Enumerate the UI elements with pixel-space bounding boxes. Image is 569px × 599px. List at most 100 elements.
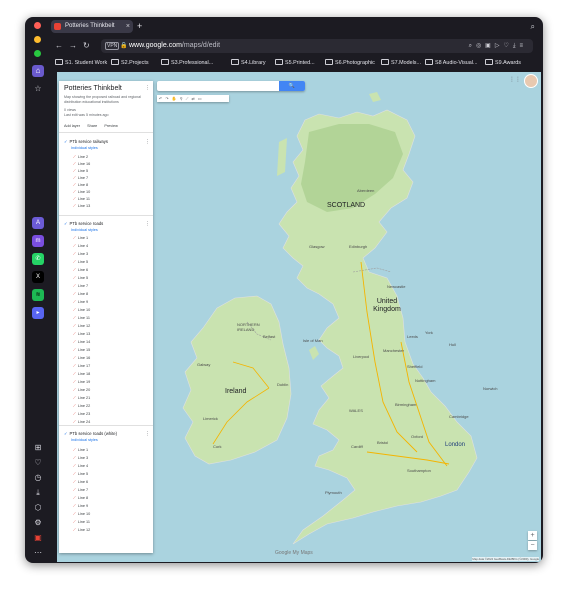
list-item[interactable]: Line 13 bbox=[73, 331, 90, 336]
lock-icon[interactable]: 🔒 bbox=[120, 42, 127, 49]
extension-icon[interactable]: ▸ bbox=[32, 307, 44, 319]
bookmark-folder[interactable]: S6.Photographic bbox=[325, 57, 375, 69]
bookmark-folder[interactable]: S8 Audio-Visual... bbox=[425, 57, 477, 69]
bookmark-folder[interactable]: S9.Awards bbox=[485, 57, 521, 69]
close-tab-icon[interactable]: × bbox=[126, 20, 130, 33]
list-item[interactable]: Line 4 bbox=[73, 243, 88, 248]
list-item[interactable]: Line 14 bbox=[73, 339, 90, 344]
list-item[interactable]: Line 12 bbox=[73, 323, 90, 328]
list-item[interactable]: Line 5 bbox=[73, 471, 88, 476]
list-item[interactable]: Line 5 bbox=[73, 168, 88, 173]
list-item[interactable]: Line 16 bbox=[73, 161, 90, 166]
map-toolbar[interactable]: ↶↷✋⚲⟋⇄▭ bbox=[157, 95, 229, 102]
list-item[interactable]: Line 18 bbox=[73, 371, 90, 376]
tab-search-icon[interactable]: ⌕ bbox=[531, 22, 535, 32]
layer-title[interactable]: PTb service roads (white) bbox=[64, 431, 117, 436]
list-item[interactable]: Line 9 bbox=[73, 299, 88, 304]
map-options-kebab-icon[interactable]: ⋮ bbox=[145, 85, 150, 91]
layer-style-link[interactable]: Individual styles bbox=[71, 438, 98, 442]
hand-icon[interactable]: ✋ bbox=[172, 96, 180, 101]
ruler-icon[interactable]: ▭ bbox=[198, 96, 205, 101]
star-icon[interactable]: ☆ bbox=[32, 83, 44, 95]
bookmark-folder[interactable]: S7.Models... bbox=[381, 57, 421, 69]
list-item[interactable]: Line 11 bbox=[73, 196, 90, 201]
list-item[interactable]: Line 4 bbox=[73, 463, 88, 468]
tab-potteries-thinkbelt[interactable]: Potteries Thinkbelt × bbox=[51, 20, 133, 33]
layer-options-kebab-icon[interactable]: ⋮ bbox=[145, 431, 150, 437]
list-item[interactable]: Line 21 bbox=[73, 395, 90, 400]
aria-icon[interactable]: A bbox=[32, 217, 44, 229]
list-item[interactable]: Line 13 bbox=[73, 203, 90, 208]
record-icon[interactable]: ▣ bbox=[32, 532, 44, 544]
close-window-button[interactable] bbox=[34, 22, 41, 29]
spotify-icon[interactable]: ≋ bbox=[32, 289, 44, 301]
list-item[interactable]: Line 8 bbox=[73, 291, 88, 296]
list-item[interactable]: Line 24 bbox=[73, 419, 90, 424]
address-bar-tools-icon[interactable]: ⌕◎▣▷♡⤓≡ bbox=[469, 39, 527, 53]
list-item[interactable]: Line 23 bbox=[73, 411, 90, 416]
list-item[interactable]: Line 6 bbox=[73, 479, 88, 484]
layer-style-link[interactable]: Individual styles bbox=[71, 228, 98, 232]
list-item[interactable]: Line 6 bbox=[73, 267, 88, 272]
avatar[interactable] bbox=[524, 74, 538, 88]
list-item[interactable]: Line 10 bbox=[73, 189, 90, 194]
list-item[interactable]: Line 11 bbox=[73, 519, 90, 524]
layer-title[interactable]: PTb service roads bbox=[64, 221, 104, 226]
list-item[interactable]: Line 7 bbox=[73, 283, 88, 288]
list-item[interactable]: Line 15 bbox=[73, 347, 90, 352]
forward-arrow-icon[interactable]: → bbox=[69, 39, 77, 53]
home-icon[interactable]: ⌂ bbox=[32, 65, 44, 77]
bookmark-folder[interactable]: S2.Projects bbox=[111, 57, 149, 69]
zoom-out-button[interactable]: − bbox=[528, 541, 537, 550]
list-item[interactable]: Line 16 bbox=[73, 355, 90, 360]
list-item[interactable]: Line 20 bbox=[73, 387, 90, 392]
messenger-icon[interactable]: m bbox=[32, 235, 44, 247]
vpn-badge[interactable]: VPN bbox=[105, 42, 120, 50]
minimize-window-button[interactable] bbox=[34, 36, 41, 43]
cube-icon[interactable]: ⬡ bbox=[32, 502, 44, 514]
history-clock-icon[interactable]: ◷ bbox=[32, 472, 44, 484]
add-layer-button[interactable]: Add layer bbox=[64, 124, 80, 128]
list-item[interactable]: Line 1 bbox=[73, 447, 88, 452]
list-item[interactable]: Line 5 bbox=[73, 259, 88, 264]
bookmark-folder[interactable]: S3.Professional... bbox=[161, 57, 213, 69]
back-arrow-icon[interactable]: ← bbox=[55, 39, 63, 53]
list-item[interactable]: Line 12 bbox=[73, 527, 90, 532]
list-item[interactable]: Line 10 bbox=[73, 511, 90, 516]
map-search-input[interactable]: 🔍 bbox=[157, 81, 305, 91]
more-dots-icon[interactable]: ⋯ bbox=[32, 547, 44, 559]
list-item[interactable]: Line 1 bbox=[73, 235, 88, 240]
list-item[interactable]: Line 17 bbox=[73, 363, 90, 368]
layer-style-link[interactable]: Individual styles bbox=[71, 146, 98, 150]
list-item[interactable]: Line 10 bbox=[73, 307, 90, 312]
list-item[interactable]: Line 8 bbox=[73, 182, 88, 187]
list-item[interactable]: Line 8 bbox=[73, 495, 88, 500]
list-item[interactable]: Line 22 bbox=[73, 403, 90, 408]
list-item[interactable]: Line 11 bbox=[73, 315, 90, 320]
settings-gear-icon[interactable]: ⚙ bbox=[32, 517, 44, 529]
search-button[interactable]: 🔍 bbox=[279, 81, 305, 91]
map-viewport[interactable]: SCOTLAND Aberdeen Glasgow Edinburgh Newc… bbox=[57, 72, 541, 562]
maximize-window-button[interactable] bbox=[34, 50, 41, 57]
x-icon[interactable]: X bbox=[32, 271, 44, 283]
list-item[interactable]: Line 7 bbox=[73, 175, 88, 180]
new-tab-plus-icon[interactable]: + bbox=[137, 20, 142, 32]
list-item[interactable]: Line 7 bbox=[73, 487, 88, 492]
preview-button[interactable]: Preview bbox=[104, 124, 118, 128]
map-title[interactable]: Potteries Thinkbelt bbox=[64, 85, 122, 92]
bookmark-folder[interactable]: S5.Printed... bbox=[275, 57, 315, 69]
list-item[interactable]: Line 3 bbox=[73, 251, 88, 256]
url-text[interactable]: www.google.com/maps/d/edit bbox=[129, 39, 220, 53]
share-button[interactable]: Share bbox=[87, 124, 97, 128]
grid-icon[interactable]: ⊞ bbox=[32, 442, 44, 454]
list-item[interactable]: Line 2 bbox=[73, 154, 88, 159]
map-description[interactable]: Map showing the proposed railroad and re… bbox=[64, 95, 144, 104]
layer-title[interactable]: PTb service railways bbox=[64, 139, 108, 144]
downloads-icon[interactable]: ⤓ bbox=[32, 487, 44, 499]
heart-icon[interactable]: ♡ bbox=[32, 457, 44, 469]
zoom-in-button[interactable]: + bbox=[528, 531, 537, 540]
address-bar[interactable]: VPN 🔒 www.google.com/maps/d/edit ⌕◎▣▷♡⤓≡ bbox=[101, 39, 533, 53]
layer-options-kebab-icon[interactable]: ⋮ bbox=[145, 139, 150, 145]
bookmark-folder[interactable]: S4.Library bbox=[231, 57, 266, 69]
bookmark-folder[interactable]: S1. Student Work bbox=[55, 57, 107, 69]
